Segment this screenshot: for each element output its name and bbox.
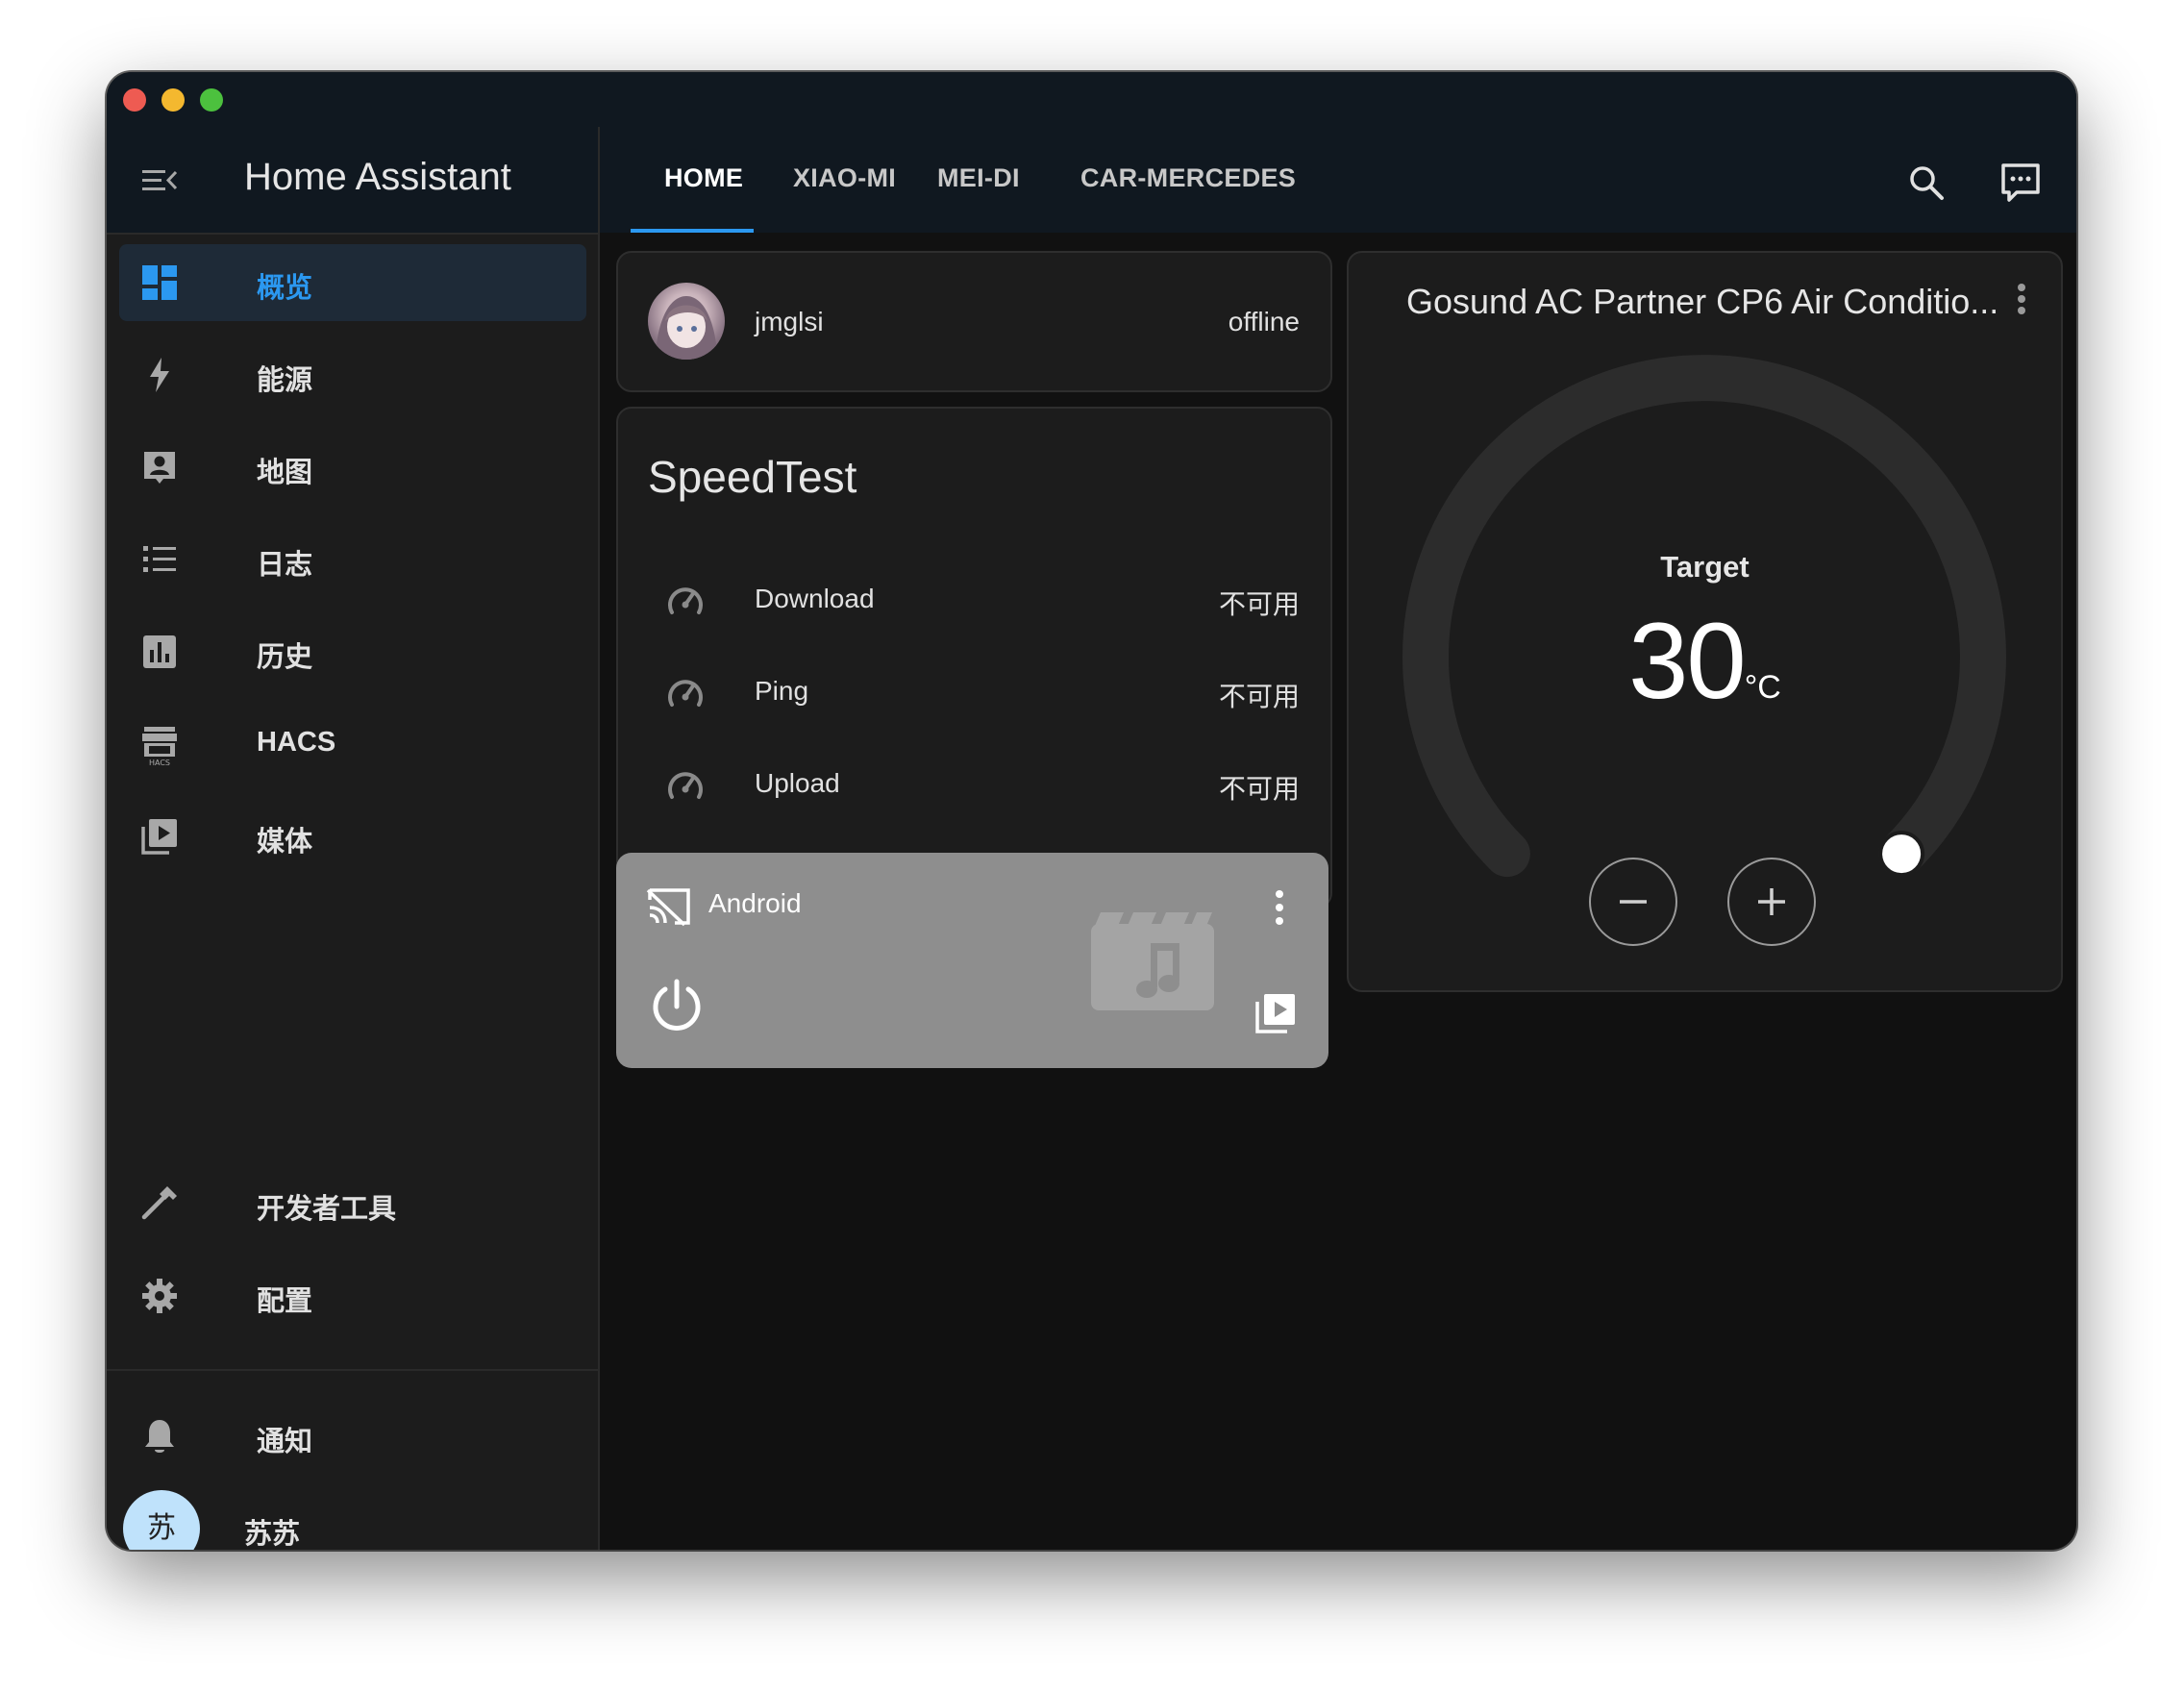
speedometer-icon (664, 764, 707, 807)
sidebar-item-label: 概览 (257, 273, 313, 304)
sidebar: Home Assistant 概览 能源 地图 日志 历史 HACS HACS … (107, 127, 600, 1550)
user-avatar[interactable]: 苏 (123, 1490, 200, 1550)
assist-icon[interactable] (1999, 162, 2042, 204)
play-box-multiple-icon (140, 817, 179, 856)
increase-temperature-button[interactable] (1727, 858, 1816, 946)
sidebar-item-developer-tools[interactable]: 开发者工具 (119, 1165, 586, 1242)
media-player-name: Android (708, 888, 802, 918)
target-temperature: 30°C (1349, 599, 2061, 723)
top-app-bar: HOME XIAO-MI MEI-DI CAR-MERCEDES (600, 127, 2076, 233)
window-titlebar (107, 72, 2076, 127)
speedometer-icon (664, 580, 707, 622)
target-label: Target (1660, 550, 1750, 584)
view-dashboard-icon (140, 263, 179, 302)
speedtest-card: SpeedTest Download 不可用 Ping 不可用 Upload 不… (616, 407, 1332, 908)
sidebar-item-label: 能源 (257, 365, 313, 396)
sidebar-item-media[interactable]: 媒体 (119, 798, 586, 875)
sidebar-item-hacs[interactable]: HACS HACS (119, 706, 586, 783)
cast-off-icon (646, 886, 692, 927)
format-list-bulleted-icon (140, 540, 179, 579)
active-tab-indicator (631, 229, 754, 233)
play-box-multiple-icon[interactable] (1254, 992, 1297, 1034)
person-state: offline (1228, 307, 1300, 336)
sidebar-item-label: HACS (257, 727, 336, 758)
maximize-window-button[interactable] (200, 88, 223, 112)
sidebar-item-label: 开发者工具 (257, 1194, 397, 1225)
tab-car-mercedes[interactable]: CAR-MERCEDES (1080, 163, 1296, 193)
sidebar-item-energy[interactable]: 能源 (119, 336, 586, 413)
sidebar-item-map[interactable]: 地图 (119, 429, 586, 506)
person-card[interactable]: jmglsi offline (616, 251, 1332, 392)
tab-mei-di[interactable]: MEI-DI (937, 163, 1020, 193)
sidebar-item-overview[interactable]: 概览 (119, 244, 586, 321)
entity-name: Ping (755, 676, 809, 706)
account-box-icon (140, 448, 179, 486)
overflow-menu-icon[interactable] (1270, 886, 1289, 929)
power-icon[interactable] (646, 976, 707, 1037)
entity-row[interactable]: Upload 不可用 (618, 755, 1330, 812)
sidebar-header: Home Assistant (107, 127, 598, 235)
tab-xiao-mi[interactable]: XIAO-MI (793, 163, 896, 193)
sidebar-item-history[interactable]: 历史 (119, 613, 586, 690)
card-title: SpeedTest (648, 452, 857, 502)
entity-state: 不可用 (1218, 774, 1300, 804)
minimize-window-button[interactable] (161, 88, 185, 112)
menu-collapse-icon[interactable] (140, 163, 179, 198)
sidebar-item-label: 通知 (257, 1427, 313, 1457)
search-icon[interactable] (1905, 162, 1948, 204)
person-name: jmglsi (755, 307, 824, 336)
sidebar-item-label: 日志 (257, 550, 313, 581)
sidebar-item-label: 历史 (257, 642, 313, 673)
bell-icon (140, 1417, 179, 1456)
chart-box-icon (140, 633, 179, 671)
sidebar-item-label: 媒体 (257, 827, 313, 858)
app-title: Home Assistant (244, 156, 511, 198)
entity-row[interactable]: Ping 不可用 (618, 662, 1330, 720)
entity-row[interactable]: Download 不可用 (618, 570, 1330, 628)
tab-home[interactable]: HOME (664, 163, 743, 193)
thermostat-card: Gosund AC Partner CP6 Air Conditio... Ta… (1347, 251, 2063, 992)
temperature-unit: °C (1744, 669, 1781, 706)
decrease-temperature-button[interactable] (1589, 858, 1677, 946)
user-name[interactable]: 苏苏 (244, 1511, 300, 1550)
entity-state: 不可用 (1218, 682, 1300, 711)
media-player-card[interactable]: Android (616, 853, 1328, 1068)
hacs-store-icon: HACS (140, 725, 179, 767)
entity-name: Upload (755, 768, 840, 798)
close-window-button[interactable] (123, 88, 146, 112)
person-avatar (648, 283, 725, 360)
sidebar-item-logbook[interactable]: 日志 (119, 521, 586, 598)
sidebar-divider (107, 1369, 598, 1371)
svg-text:HACS: HACS (149, 759, 170, 767)
cog-icon (140, 1277, 179, 1315)
sidebar-item-label: 地图 (257, 458, 313, 488)
speedometer-icon (664, 672, 707, 714)
dial-handle[interactable] (1878, 831, 1925, 878)
sidebar-item-label: 配置 (257, 1286, 313, 1317)
sidebar-item-config[interactable]: 配置 (119, 1257, 586, 1334)
hammer-icon (140, 1184, 179, 1223)
target-value: 30 (1628, 601, 1747, 721)
app-window: Home Assistant 概览 能源 地图 日志 历史 HACS HACS … (107, 72, 2076, 1550)
sidebar-item-notifications[interactable]: 通知 (119, 1398, 586, 1475)
lightning-bolt-icon (140, 356, 179, 394)
music-video-placeholder-icon (1091, 910, 1214, 1010)
entity-name: Download (755, 584, 875, 613)
entity-state: 不可用 (1218, 589, 1300, 619)
